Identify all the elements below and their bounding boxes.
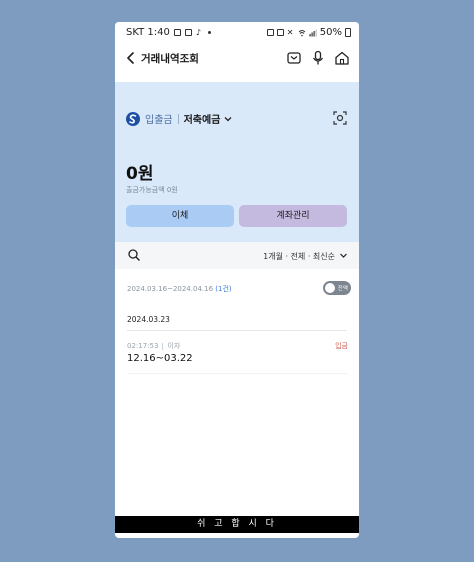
bank-logo-icon — [126, 111, 140, 126]
search-icon[interactable] — [127, 248, 141, 262]
transaction-time: 02:17:53 — [127, 342, 159, 350]
more-dot-icon — [207, 31, 211, 34]
transaction-category: 이자 — [167, 342, 181, 350]
account-name: 저축예금 — [183, 115, 221, 126]
filter-summary[interactable]: 1개월 · 전체 · 최신순 — [263, 251, 335, 262]
gallery-icon — [173, 29, 181, 36]
result-count: (1건) — [215, 285, 232, 293]
battery-icon — [345, 28, 351, 37]
signal-icon — [309, 29, 317, 36]
account-type: 입출금 — [145, 115, 173, 126]
transfer-button[interactable]: 이체 — [126, 205, 234, 227]
notification-icon — [184, 29, 192, 36]
toggle-knob — [325, 283, 335, 293]
account-manage-button[interactable]: 계좌관리 — [239, 205, 347, 227]
alarm-icon — [276, 29, 284, 36]
page-title: 거래내역조회 — [141, 53, 199, 65]
balance-amount: 0원 — [126, 164, 154, 184]
battery-level: 50% — [319, 27, 342, 38]
transaction-meta: 02:17:53 이자 — [127, 341, 180, 351]
bottom-banner: 쉬 고 합 시 다 — [115, 516, 359, 533]
account-panel: 입출금 저축예금 0원 출금가능금액 0원 이체 계좌관리 — [115, 82, 359, 242]
chevron-down-icon — [224, 116, 232, 121]
scan-icon[interactable] — [332, 110, 348, 126]
carrier-time: SKT 1:40 — [126, 27, 170, 38]
mute-icon: ✕ — [286, 27, 294, 37]
transaction-description[interactable]: 12.16~03.22 — [127, 353, 193, 364]
transaction-type: 입금 — [335, 342, 348, 350]
toggle-label: 잔액 — [337, 286, 348, 292]
date-range: 2024.03.16~2024.04.16 (1건) — [127, 284, 232, 294]
account-selector[interactable]: 입출금 저축예금 — [126, 111, 233, 126]
group-date: 2024.03.23 — [127, 315, 170, 324]
date-range-text: 2024.03.16~2024.04.16 — [127, 285, 214, 293]
chevron-down-icon[interactable] — [339, 251, 348, 260]
bell-icon: ♪ — [195, 27, 201, 37]
back-icon[interactable] — [123, 50, 139, 66]
balance-toggle[interactable]: 잔액 — [323, 281, 351, 295]
mic-icon[interactable] — [309, 49, 327, 67]
app-header: 거래내역조회 — [115, 44, 359, 72]
divider — [127, 330, 347, 331]
meta-divider — [162, 342, 164, 350]
status-bar: SKT 1:40 ♪ ✕ 50% — [115, 22, 359, 44]
phone-screen: SKT 1:40 ♪ ✕ 50% 거래내역조회 입출금 저축예금 0원 출금가능… — [115, 22, 359, 538]
account-divider — [177, 113, 179, 124]
chat-icon[interactable] — [285, 49, 303, 67]
wifi-icon — [298, 29, 306, 36]
available-amount: 출금가능금액 0원 — [126, 186, 178, 194]
lock-icon — [266, 29, 274, 36]
filter-bar: 1개월 · 전체 · 최신순 — [115, 242, 359, 269]
home-icon[interactable] — [333, 49, 351, 67]
divider — [127, 373, 347, 374]
